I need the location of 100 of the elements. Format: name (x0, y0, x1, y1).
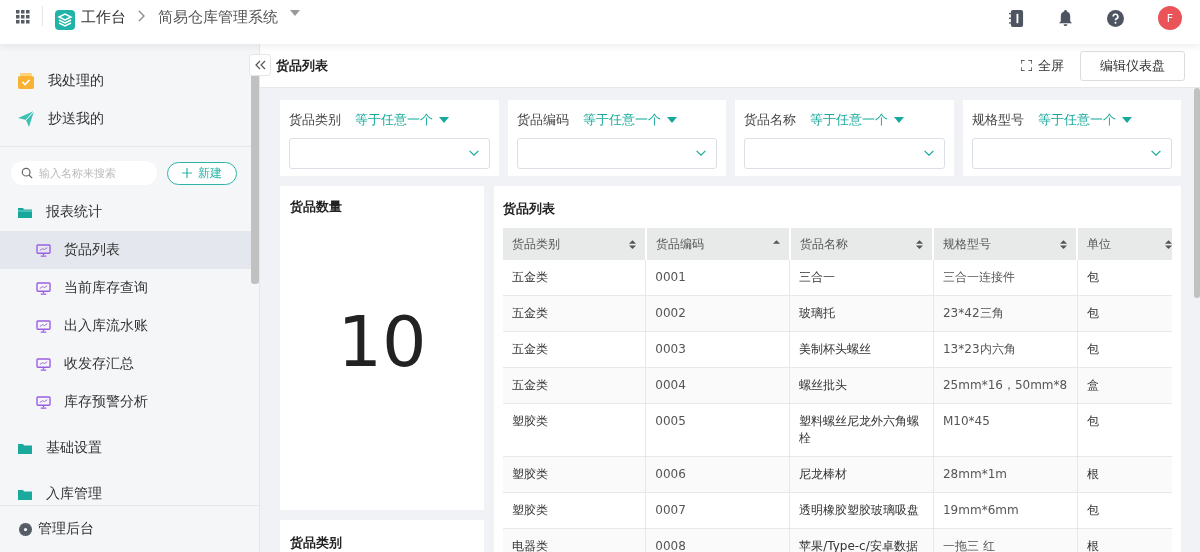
monitor-chart-icon (36, 357, 51, 371)
select-field[interactable] (289, 138, 490, 169)
bell-icon[interactable] (1058, 10, 1073, 27)
monitor-chart-icon (36, 395, 51, 409)
select-field[interactable] (744, 138, 945, 169)
plus-icon (182, 168, 192, 178)
checkbox-tray-icon (18, 73, 34, 89)
chevron-right-icon (138, 10, 146, 22)
monitor-chart-icon (36, 243, 51, 257)
chevron-down-icon (467, 150, 480, 157)
table-cell: M10*45 (933, 403, 1078, 457)
search-field[interactable]: 输入名称来搜索 (11, 161, 157, 185)
chevron-down-icon (922, 150, 935, 157)
table-cell: 0005 (645, 403, 790, 457)
table-cell: 0007 (645, 492, 790, 529)
folder-item[interactable]: 基础设置 (46, 439, 102, 457)
table-cell: 五金类 (503, 367, 646, 404)
count-value: 10 (337, 300, 427, 385)
table-cell: 苹果/Type-c/安卓数据 (789, 528, 934, 552)
table-cell: 23*42三角 (933, 295, 1078, 332)
filter-label: 规格型号 (971, 111, 1024, 129)
table-cell: 0008 (645, 528, 790, 552)
sidebar-item[interactable]: 抄送我的 (48, 110, 104, 128)
card-title: 货品列表 (503, 201, 555, 216)
table-cell: 透明橡胶塑胶玻璃吸盘 (789, 492, 934, 529)
table-cell: 塑胶类 (503, 492, 646, 529)
table-cell: 包 (1077, 331, 1172, 368)
report-item[interactable]: 收发存汇总 (0, 345, 251, 383)
caret-down-icon[interactable] (290, 10, 300, 16)
breadcrumb-title[interactable]: 简易仓库管理系统 (158, 8, 278, 27)
table-cell: 五金类 (503, 260, 646, 296)
filter-label: 货品编码 (516, 111, 569, 129)
table-cell: 包 (1077, 492, 1172, 529)
table-cell: 五金类 (503, 331, 646, 368)
table-cell: 0001 (645, 260, 790, 296)
collapse-button[interactable] (249, 54, 271, 76)
table-cell: 三合一 (789, 260, 934, 296)
scrollbar[interactable] (251, 74, 259, 284)
table-cell: 0006 (645, 456, 790, 493)
double-chevron-left-icon (254, 60, 266, 70)
table-cell: 一拖三 红 (933, 528, 1078, 552)
table-cell: 螺丝批头 (789, 367, 934, 404)
expand-icon (1021, 60, 1032, 71)
table-cell: 尼龙棒材 (789, 456, 934, 493)
column-header[interactable]: 规格型号 (933, 228, 1078, 260)
table-cell: 三合一连接件 (933, 260, 1078, 296)
filter-label: 货品名称 (744, 111, 796, 129)
column-header[interactable]: 单位 (1077, 228, 1172, 260)
table-cell: 塑胶类 (503, 456, 646, 493)
table-cell: 包 (1077, 295, 1172, 332)
monitor-chart-icon (36, 281, 51, 295)
caret-down-icon (439, 117, 449, 123)
app-title[interactable]: 工作台 (81, 8, 126, 27)
select-field[interactable] (971, 138, 1172, 169)
report-item[interactable]: 货品列表 (0, 231, 251, 269)
column-header[interactable]: 货品类别 (503, 228, 646, 260)
report-item[interactable]: 出入库流水账 (0, 307, 251, 345)
report-item[interactable]: 库存预警分析 (0, 383, 251, 421)
table-cell: 五金类 (503, 295, 646, 332)
table-cell: 0004 (645, 367, 790, 404)
monitor-chart-icon (36, 319, 51, 333)
table-cell: 包 (1077, 403, 1172, 457)
column-header[interactable]: 货品编码 (645, 228, 790, 260)
page-title: 货品列表 (276, 56, 328, 75)
card-title: 货品类别 (290, 535, 342, 550)
table-cell: 根 (1077, 456, 1172, 493)
sidebar-item[interactable]: 我处理的 (48, 72, 104, 90)
card-title: 货品数量 (290, 198, 343, 216)
notebook-icon[interactable] (1009, 10, 1024, 27)
folder-item[interactable]: 入库管理 (46, 485, 102, 503)
user-avatar[interactable]: F (1158, 6, 1182, 30)
table-cell: 美制杯头螺丝 (789, 331, 934, 368)
table-cell: 19mm*6mm (933, 492, 1078, 529)
caret-down-icon (894, 117, 904, 123)
layers-logo-icon (55, 10, 75, 30)
table-cell: 0003 (645, 331, 790, 368)
filter-label: 货品类别 (289, 111, 341, 129)
table-cell: 盒 (1077, 367, 1172, 404)
scrollbar[interactable] (1194, 88, 1200, 298)
table-cell: 塑胶类 (503, 403, 646, 457)
help-icon[interactable] (1107, 10, 1124, 27)
table-cell: 13*23内六角 (933, 331, 1078, 368)
admin-link[interactable]: 管理后台 (38, 520, 94, 538)
table-cell: 28mm*1m (933, 456, 1078, 493)
select-field[interactable] (516, 138, 717, 169)
folder-item[interactable]: 报表统计 (46, 203, 102, 221)
report-item[interactable]: 当前库存查询 (0, 269, 251, 307)
caret-down-icon (1121, 117, 1132, 123)
caret-down-icon (666, 117, 677, 123)
search-icon (21, 167, 33, 179)
table-cell: 25mm*16，50mm*8 (933, 367, 1078, 404)
paper-plane-icon (18, 111, 34, 127)
table-cell: 包 (1077, 260, 1172, 296)
edit-dashboard-button[interactable]: 编辑仪表盘 (1080, 50, 1185, 81)
table-cell: 电器类 (503, 528, 646, 552)
apps-grid-icon[interactable] (16, 10, 30, 24)
column-header[interactable]: 货品名称 (789, 228, 934, 260)
chevron-down-icon (695, 150, 707, 157)
table-cell: 塑料螺丝尼龙外六角螺栓 (789, 403, 934, 457)
fullscreen-button[interactable]: 全屏 (1021, 56, 1064, 75)
